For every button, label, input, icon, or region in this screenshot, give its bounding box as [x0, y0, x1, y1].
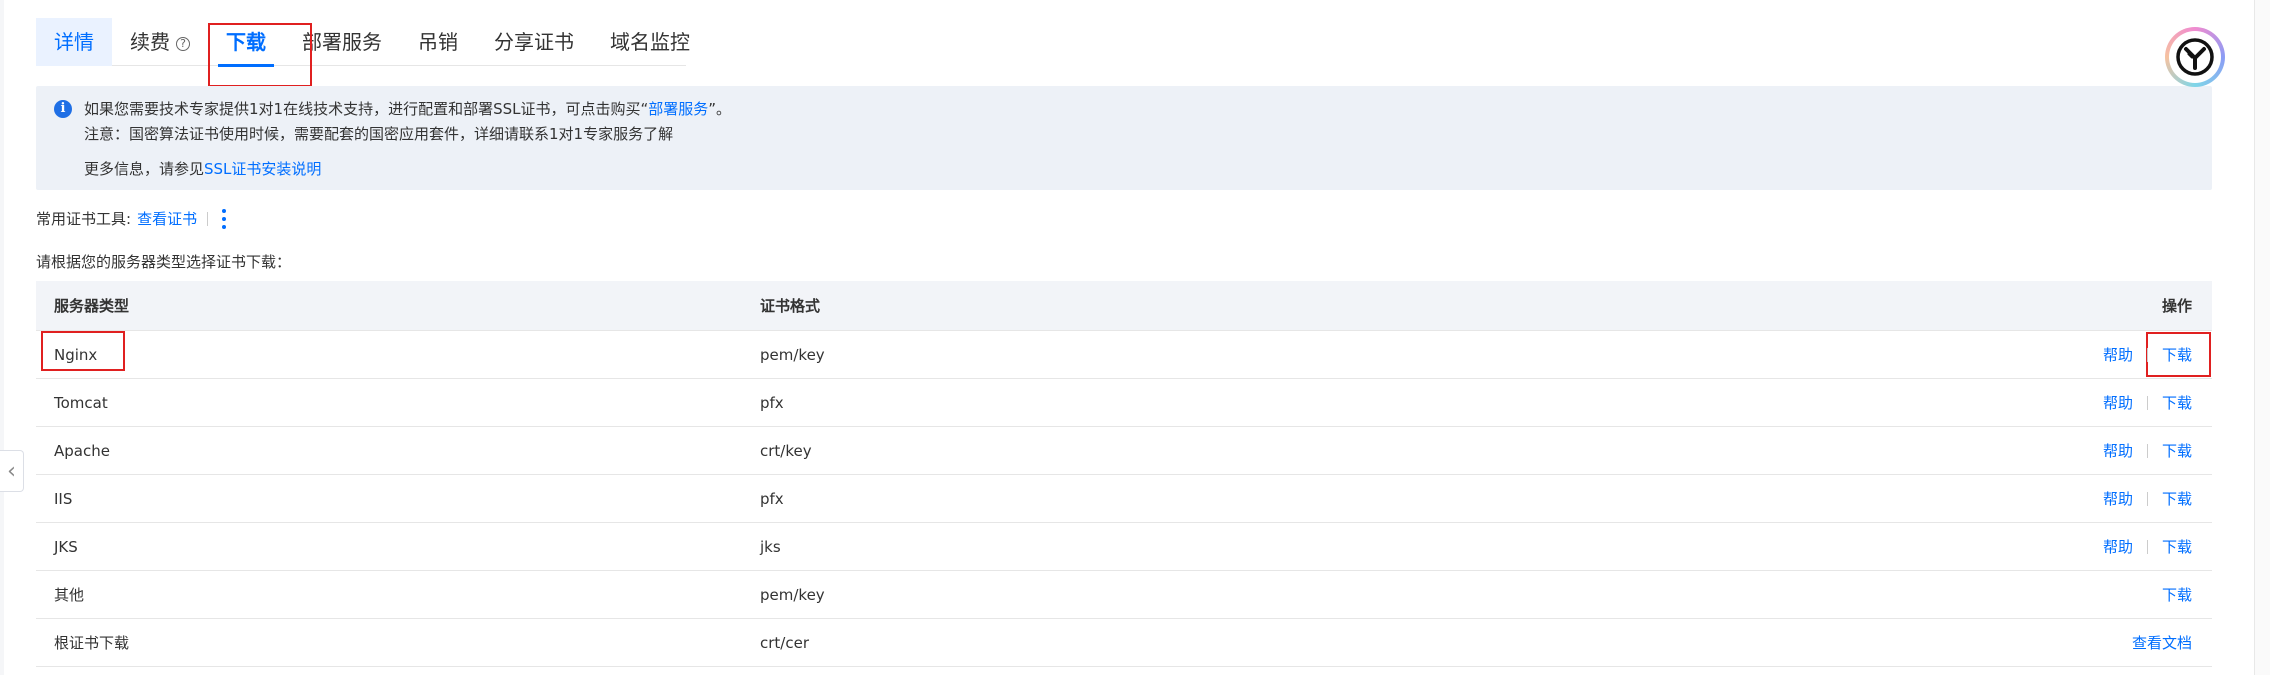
download-link[interactable]: 下载	[2162, 488, 2192, 509]
tab-domain-monitor[interactable]: 域名监控	[592, 18, 708, 66]
collapse-handle[interactable]: ‹	[0, 450, 24, 492]
cert-format: crt/key	[760, 441, 812, 460]
cert-format: pem/key	[760, 345, 825, 364]
tab-share-cert[interactable]: 分享证书	[476, 18, 592, 66]
banner-line-3: 更多信息，请参见SSL证书安装说明	[84, 160, 322, 178]
help-link[interactable]: 帮助	[2103, 536, 2133, 557]
cert-format: pem/key	[760, 585, 825, 604]
cert-format: pfx	[760, 393, 784, 412]
server-type: JKS	[54, 537, 78, 556]
tab-deploy-service[interactable]: 部署服务	[284, 18, 400, 66]
cert-format: jks	[760, 537, 781, 556]
info-icon: i	[54, 100, 72, 118]
help-link[interactable]: 帮助	[2103, 344, 2133, 365]
tab-revoke[interactable]: 吊销	[400, 18, 476, 66]
table-row: Tomcat pfx 帮助 下载	[36, 379, 2212, 427]
banner-line-2: 注意：国密算法证书使用时候，需要配套的国密应用套件，详细请联系1对1专家服务了解	[84, 125, 674, 143]
server-type: 根证书下载	[54, 634, 130, 652]
right-edge	[2254, 0, 2270, 675]
tab-bar: 详情 续费? 下载 部署服务 吊销 分享证书 域名监控	[36, 18, 690, 67]
server-type: IIS	[54, 489, 73, 508]
server-type: Nginx	[54, 345, 98, 364]
download-prompt: 请根据您的服务器类型选择证书下载：	[36, 253, 292, 271]
left-edge	[0, 0, 4, 675]
divider	[2146, 539, 2148, 554]
table-row: Nginx pem/key 帮助 下载	[36, 331, 2212, 379]
table-row: IIS pfx 帮助 下载	[36, 475, 2212, 523]
header-actions: 操作	[2161, 297, 2192, 315]
table-row: 根证书下载 crt/cer 查看文档	[36, 619, 2212, 667]
divider	[2146, 347, 2148, 362]
view-cert-link[interactable]: 查看证书	[137, 208, 197, 229]
divider	[2146, 491, 2148, 506]
deploy-service-link[interactable]: 部署服务	[648, 100, 708, 118]
download-link[interactable]: 下载	[2162, 584, 2192, 605]
ssl-install-guide-link[interactable]: SSL证书安装说明	[204, 160, 321, 178]
view-doc-link[interactable]: 查看文档	[2132, 632, 2192, 653]
banner-line-1: 如果您需要技术专家提供1对1在线技术支持，进行配置和部署SSL证书，可点击购买“…	[84, 100, 732, 118]
table-row: JKS jks 帮助 下载	[36, 523, 2212, 571]
help-link[interactable]: 帮助	[2103, 488, 2133, 509]
help-link[interactable]: 帮助	[2103, 392, 2133, 413]
brand-logo-icon	[2176, 38, 2214, 76]
info-banner: i 如果您需要技术专家提供1对1在线技术支持，进行配置和部署SSL证书，可点击购…	[36, 86, 2212, 190]
download-link[interactable]: 下载	[2162, 440, 2192, 461]
tab-download[interactable]: 下载	[208, 18, 284, 67]
cert-format: crt/cer	[760, 633, 809, 652]
cert-tools-label: 常用证书工具:	[36, 210, 132, 228]
question-circle-icon[interactable]: ?	[176, 36, 190, 51]
tab-renew[interactable]: 续费?	[112, 18, 208, 66]
divider	[2146, 395, 2148, 410]
download-link[interactable]: 下载	[2162, 392, 2192, 413]
cert-format: pfx	[760, 489, 784, 508]
table-row: Apache crt/key 帮助 下载	[36, 427, 2212, 475]
chevron-left-icon: ‹	[7, 458, 16, 484]
divider	[2146, 443, 2148, 458]
cert-tools: 常用证书工具: 查看证书	[36, 208, 228, 229]
header-server-type: 服务器类型	[54, 297, 130, 315]
help-link[interactable]: 帮助	[2103, 440, 2133, 461]
divider	[207, 211, 209, 226]
download-link[interactable]: 下载	[2162, 536, 2192, 557]
download-link[interactable]: 下载	[2162, 344, 2192, 365]
header-format: 证书格式	[760, 297, 821, 315]
more-vertical-icon[interactable]	[222, 208, 228, 229]
download-table: 服务器类型 证书格式 操作 Nginx pem/key 帮助 下载 Tomcat…	[36, 281, 2212, 667]
tab-details[interactable]: 详情	[36, 18, 112, 66]
server-type: Tomcat	[54, 393, 108, 412]
server-type: 其他	[54, 586, 85, 604]
server-type: Apache	[54, 441, 110, 460]
table-header: 服务器类型 证书格式 操作	[36, 281, 2212, 331]
user-avatar[interactable]	[2165, 27, 2225, 87]
table-row: 其他 pem/key 下载	[36, 571, 2212, 619]
